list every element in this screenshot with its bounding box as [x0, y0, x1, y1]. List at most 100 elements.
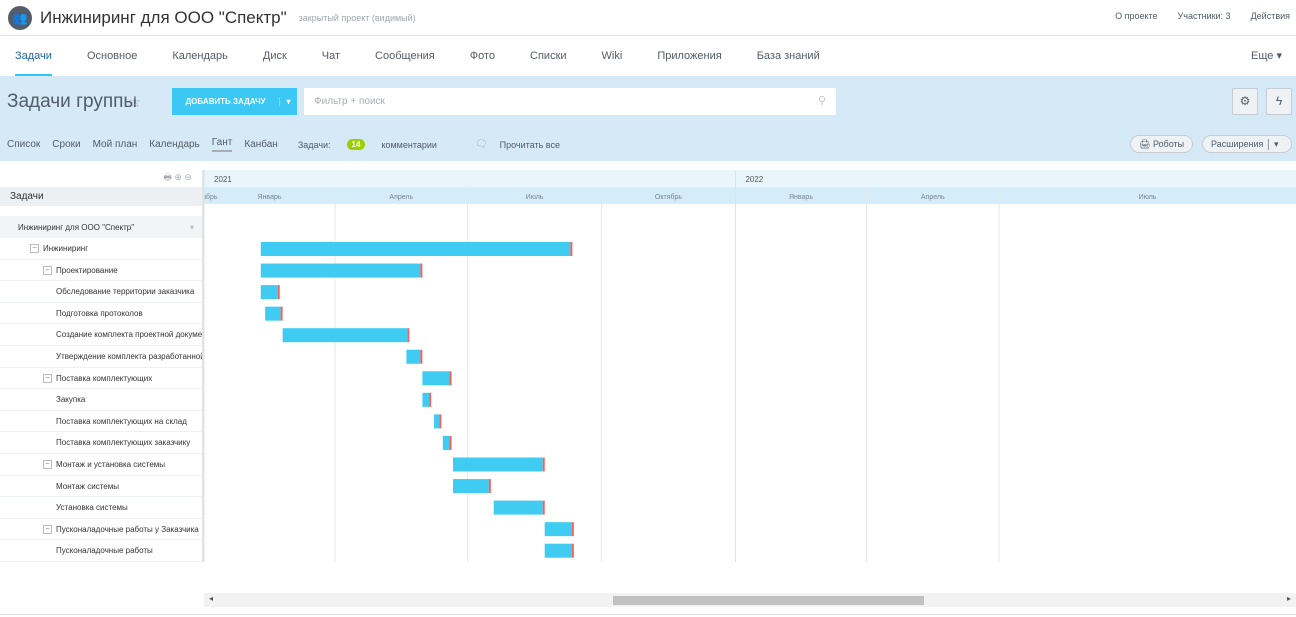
- task-row[interactable]: − Поставка комплектующих: [0, 368, 202, 390]
- tab-6[interactable]: Фото: [470, 36, 495, 76]
- chevron-down-icon[interactable]: ▾: [280, 97, 297, 106]
- task-name: Инжиниринг: [43, 244, 89, 253]
- view-2[interactable]: Мой план: [93, 139, 138, 150]
- task-row[interactable]: Поставка комплектующих на склад: [0, 411, 202, 433]
- view-1[interactable]: Сроки: [52, 139, 80, 150]
- gantt-chart: Июль Октябрь Январь Апрель Июль Октябрь Январь…: [204, 170, 1296, 562]
- horizontal-scrollbar[interactable]: ◂ ▸: [204, 593, 1296, 607]
- task-row[interactable]: − Монтаж и установка системы: [0, 454, 202, 476]
- month-label: Июль: [526, 194, 544, 201]
- task-bar: [434, 414, 440, 429]
- task-end-marker: [449, 371, 452, 386]
- scroll-right-icon[interactable]: ▸: [1287, 594, 1291, 603]
- task-end-marker: [542, 500, 545, 515]
- tasks-column-header: Задачи: [0, 187, 202, 206]
- month-label: Апрель: [921, 194, 945, 201]
- robots-button[interactable]: 🖨 Роботы: [1130, 135, 1194, 153]
- year-label: 2021: [214, 175, 232, 184]
- scrollbar-thumb[interactable]: [613, 596, 924, 605]
- group-avatar-icon[interactable]: 👥: [8, 5, 32, 30]
- page-title: Задачи группы: [7, 91, 138, 112]
- add-task-button[interactable]: ДОБАВИТЬ ЗАДАЧУ ▾: [172, 88, 297, 115]
- task-row[interactable]: Поставка комплектующих заказчику: [0, 432, 202, 454]
- add-task-label[interactable]: ДОБАВИТЬ ЗАДАЧУ: [172, 97, 280, 106]
- task-end-marker: [571, 522, 574, 537]
- zoom-in-icon[interactable]: ⊕: [174, 172, 182, 182]
- zoom-out-icon[interactable]: ⊖: [184, 172, 192, 182]
- task-row[interactable]: Обследование территории заказчика: [0, 281, 202, 303]
- task-name: Закупка: [56, 395, 86, 405]
- task-name: Создание комплекта проектной документаци…: [56, 330, 202, 340]
- collapse-icon[interactable]: −: [30, 244, 39, 254]
- chevron-down-icon[interactable]: ▾: [190, 223, 194, 232]
- task-tree: 🖶 ⊕ ⊖ Задачи Инжиниринг для ООО "Спектр"…: [0, 170, 204, 562]
- task-bar: [422, 392, 430, 407]
- tab-10[interactable]: База знаний: [757, 36, 820, 76]
- project-visibility[interactable]: закрытый проект (видимый): [299, 13, 416, 23]
- task-row[interactable]: − Проектирование: [0, 260, 202, 282]
- task-row[interactable]: − Инжиниринг: [0, 238, 202, 260]
- read-all-link[interactable]: Прочитать все: [500, 140, 560, 150]
- task-counter[interactable]: Задачи: 14 комментарии: [298, 139, 449, 150]
- tab-4[interactable]: Чат: [322, 36, 340, 76]
- task-row[interactable]: Создание комплекта проектной документаци…: [0, 324, 202, 346]
- tab-0[interactable]: Задачи: [15, 36, 52, 76]
- collapse-icon[interactable]: −: [43, 373, 52, 383]
- tab-7[interactable]: Списки: [530, 36, 567, 76]
- month-label: Январь: [789, 194, 813, 201]
- more-menu[interactable]: Еще ▾: [1251, 36, 1282, 76]
- counter-badge[interactable]: 14: [346, 139, 366, 150]
- collapse-icon[interactable]: −: [43, 460, 52, 470]
- lightning-icon[interactable]: ϟ: [1266, 88, 1292, 115]
- robots-label: Роботы: [1152, 139, 1185, 149]
- print-icon[interactable]: 🖶: [163, 172, 172, 182]
- task-bar: [442, 435, 450, 450]
- counter-label: Задачи:: [297, 139, 331, 150]
- settings-gear-icon[interactable]: ⚙: [1232, 88, 1258, 115]
- collapse-icon[interactable]: −: [43, 525, 52, 535]
- month-label: Январь: [258, 194, 282, 201]
- members-link[interactable]: Участники: 3: [1178, 11, 1231, 21]
- task-row[interactable]: Пусконаладочные работы: [0, 540, 202, 562]
- tab-1[interactable]: Основное: [87, 36, 137, 76]
- view-3[interactable]: Календарь: [149, 139, 199, 150]
- task-end-marker: [420, 349, 423, 364]
- task-bar: [260, 242, 571, 256]
- star-icon[interactable]: ☆: [128, 93, 141, 111]
- tab-3[interactable]: Диск: [263, 36, 287, 76]
- task-row[interactable]: Утверждение комплекта разработанной доку…: [0, 346, 202, 368]
- search-icon[interactable]: ⚲: [818, 94, 826, 107]
- project-title[interactable]: Инжиниринг для ООО "Спектр": [40, 8, 287, 28]
- task-bar: [544, 522, 572, 537]
- view-5[interactable]: Канбан: [244, 139, 278, 150]
- view-0[interactable]: Список: [7, 139, 40, 150]
- tab-9[interactable]: Приложения: [657, 36, 721, 76]
- search-input[interactable]: Фильтр + поиск ⚲: [304, 88, 836, 115]
- divider: [0, 614, 1296, 615]
- extensions-button[interactable]: Расширения │ ▾: [1202, 135, 1292, 153]
- tab-5[interactable]: Сообщения: [375, 36, 435, 76]
- view-4[interactable]: Гант: [211, 137, 233, 152]
- task-name: Утверждение комплекта разработанной доку…: [56, 351, 202, 361]
- about-project-link[interactable]: О проекте: [1115, 11, 1157, 21]
- task-bar: [452, 457, 543, 472]
- search-placeholder: Фильтр + поиск: [314, 96, 385, 107]
- actions-link[interactable]: Действия: [1251, 11, 1290, 21]
- year-label: 2022: [745, 175, 763, 184]
- tab-8[interactable]: Wiki: [602, 36, 623, 76]
- task-name: Пусконаладочные работы: [56, 546, 153, 556]
- task-row[interactable]: Установка системы: [0, 497, 202, 519]
- project-name: Инжиниринг для ООО "Спектр": [18, 223, 135, 232]
- task-name: Монтаж системы: [56, 481, 119, 491]
- project-row[interactable]: Инжиниринг для ООО "Спектр" ▾: [0, 216, 202, 238]
- task-row[interactable]: Монтаж системы: [0, 476, 202, 498]
- task-bar: [493, 500, 543, 515]
- task-row[interactable]: Подготовка протоколов: [0, 303, 202, 325]
- counter-suffix: комментарии: [381, 139, 437, 150]
- task-row[interactable]: − Пусконаладочные работы у Заказчика: [0, 519, 202, 541]
- month-label: Октябрь: [204, 193, 218, 201]
- tab-2[interactable]: Календарь: [172, 36, 228, 76]
- collapse-icon[interactable]: −: [43, 265, 52, 275]
- task-row[interactable]: Закупка: [0, 389, 202, 411]
- scroll-left-icon[interactable]: ◂: [209, 594, 213, 603]
